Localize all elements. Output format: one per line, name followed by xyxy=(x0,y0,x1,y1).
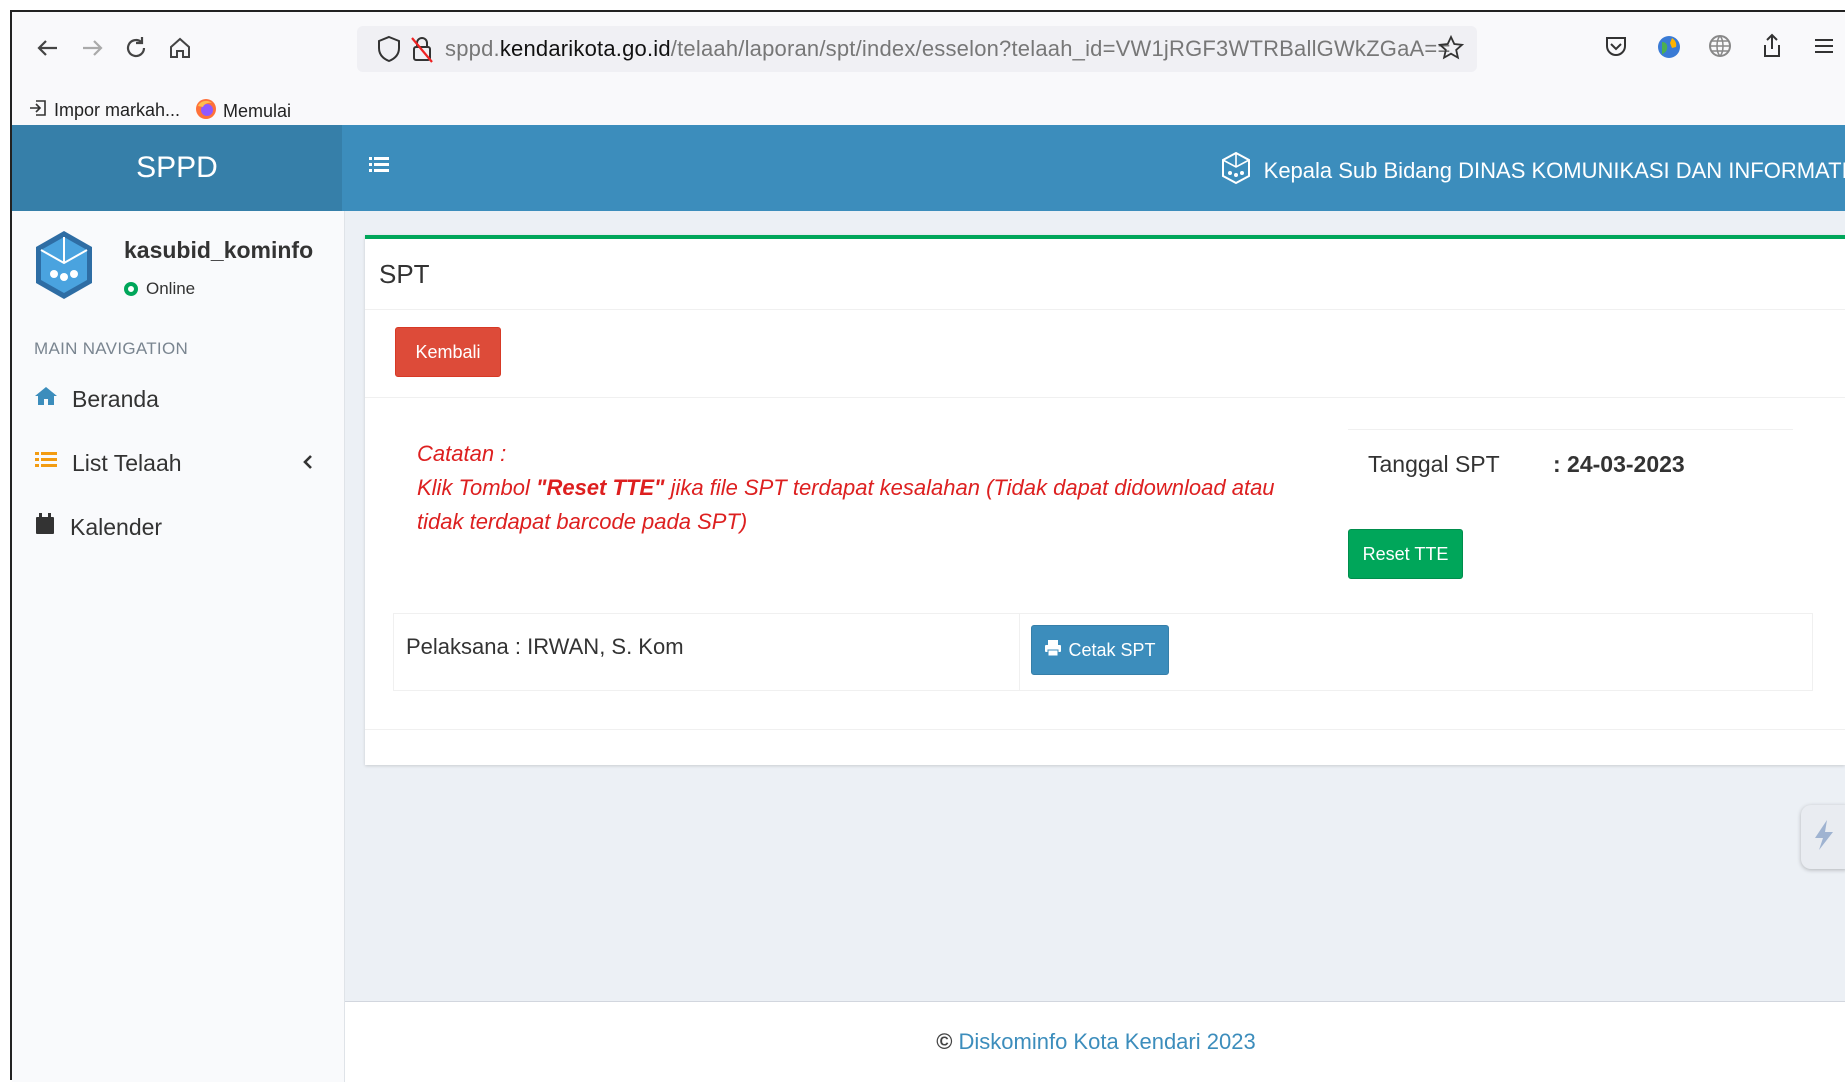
spt-box: SPT Kembali Catatan : Klik Tombol "Reset… xyxy=(365,235,1845,765)
insecure-lock-icon[interactable] xyxy=(409,34,435,69)
copyright-symbol: © xyxy=(936,1029,953,1054)
page-title: SPT xyxy=(379,259,430,289)
divider xyxy=(365,397,1845,398)
divider xyxy=(365,309,1845,310)
pocket-icon[interactable] xyxy=(1602,32,1634,64)
tanggal-spt-value: : 24-03-2023 xyxy=(1553,451,1685,477)
firefox-icon xyxy=(195,98,217,125)
footer-org-link[interactable]: Diskominfo Kota Kendari 2023 xyxy=(959,1029,1256,1055)
online-status: Online xyxy=(124,279,195,299)
tanggal-spt-label: Tanggal SPT xyxy=(1368,451,1500,477)
note-body: Klik Tombol "Reset TTE" jika file SPT te… xyxy=(417,475,1275,534)
shield-icon[interactable] xyxy=(375,34,403,69)
home-icon[interactable] xyxy=(162,30,198,66)
url-text[interactable]: sppd.kendarikota.go.id/telaah/laporan/sp… xyxy=(445,36,1451,62)
bookmark-memulai[interactable]: Memulai xyxy=(195,98,291,125)
cetak-spt-button[interactable]: Cetak SPT xyxy=(1031,625,1169,675)
forward-arrow-icon[interactable] xyxy=(74,30,110,66)
menu-icon[interactable] xyxy=(1810,32,1842,64)
print-icon xyxy=(1044,639,1062,662)
sidebar-item-beranda[interactable]: Beranda xyxy=(34,379,324,419)
note-text: Catatan : Klik Tombol "Reset TTE" jika f… xyxy=(417,437,1287,539)
username: kasubid_kominfo xyxy=(124,237,314,263)
list-icon xyxy=(34,449,58,477)
browser-window: sppd.kendarikota.go.id/telaah/laporan/sp… xyxy=(10,10,1845,1082)
bookmark-star-icon[interactable] xyxy=(1437,34,1465,67)
page-footer: © Diskominfo Kota Kendari 2023 xyxy=(345,1001,1845,1082)
user-role-label: Kepala Sub Bidang DINAS KOMUNIKASI DAN I… xyxy=(1263,158,1845,183)
pelaksana-row: Pelaksana : IRWAN, S. Kom Cetak SPT xyxy=(393,613,1813,691)
avatar xyxy=(32,229,96,306)
sidebar-item-kalender[interactable]: Kalender xyxy=(34,507,324,547)
cell-divider xyxy=(1019,614,1020,690)
home-icon xyxy=(34,385,58,413)
sidebar-item-list-telaah[interactable]: List Telaah xyxy=(34,443,324,483)
chevron-left-icon[interactable] xyxy=(302,450,314,476)
translate-globe-icon[interactable] xyxy=(1706,32,1738,64)
browser-toolbar: sppd.kendarikota.go.id/telaah/laporan/sp… xyxy=(12,12,1845,84)
share-icon[interactable] xyxy=(1758,32,1790,64)
address-bar[interactable]: sppd.kendarikota.go.id/telaah/laporan/sp… xyxy=(357,26,1477,72)
lightning-icon xyxy=(1811,818,1837,857)
sidebar: kasubid_kominfo Online MAIN NAVIGATION B… xyxy=(12,211,345,1082)
box-footer-divider xyxy=(365,729,1845,730)
bookmarks-bar: Impor markah... Memulai xyxy=(12,90,1845,130)
app-logo[interactable]: SPPD xyxy=(12,125,342,211)
user-menu[interactable]: Kepala Sub Bidang DINAS KOMUNIKASI DAN I… xyxy=(1220,151,1845,191)
reload-icon[interactable] xyxy=(118,30,154,66)
floating-widget-button[interactable] xyxy=(1801,805,1845,869)
bookmark-import[interactable]: Impor markah... xyxy=(28,98,180,123)
nav-header: MAIN NAVIGATION xyxy=(34,339,189,358)
note-title: Catatan : xyxy=(417,441,507,466)
divider xyxy=(1348,429,1793,430)
reset-tte-button[interactable]: Reset TTE xyxy=(1348,529,1463,579)
back-button[interactable]: Kembali xyxy=(395,327,501,377)
calendar-icon xyxy=(34,512,56,542)
import-icon xyxy=(28,98,48,123)
app-root: SPPD Kepala Sub Bidang DINAS KOMUNIKASI … xyxy=(12,125,1845,1082)
org-logo-icon xyxy=(1220,151,1252,191)
extension-globe-icon[interactable] xyxy=(1654,32,1686,64)
online-dot-icon xyxy=(124,282,138,296)
sidebar-toggle-icon[interactable] xyxy=(367,153,391,182)
pelaksana-label: Pelaksana : IRWAN, S. Kom xyxy=(406,634,684,659)
top-navbar: Kepala Sub Bidang DINAS KOMUNIKASI DAN I… xyxy=(342,125,1845,211)
main-content: SPT Kembali Catatan : Klik Tombol "Reset… xyxy=(345,211,1845,1001)
back-arrow-icon[interactable] xyxy=(30,30,66,66)
